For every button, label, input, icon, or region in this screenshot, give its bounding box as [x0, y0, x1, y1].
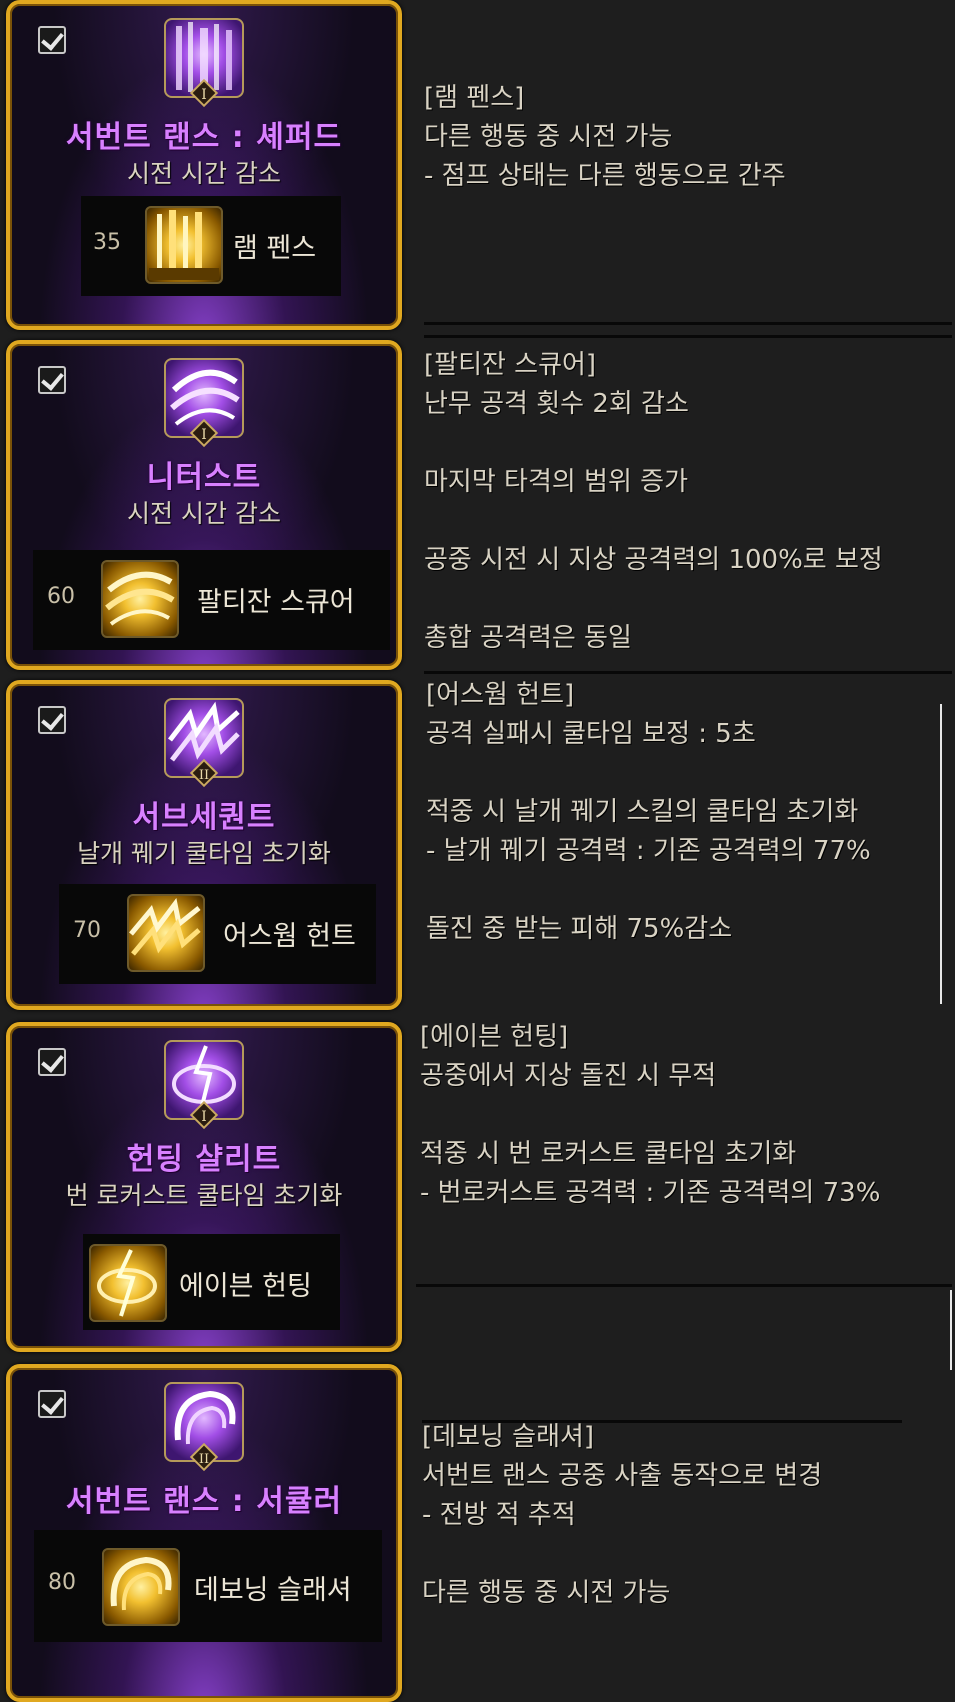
skill-row-3: II 서브세퀀트 날개 꿰기 쿨타임 초기화 70 어스웜 헌트 [어스웜 헌트…: [0, 680, 955, 1010]
lance-fence-icon: [145, 206, 223, 284]
divider: [940, 704, 942, 1004]
skill-subtitle: 시전 시간 감소: [127, 159, 281, 188]
divider: [424, 322, 952, 325]
earthworm-strike-icon: [127, 894, 205, 972]
skill-description: [에이븐 헌팅] 공중에서 지상 돌진 시 무적 적중 시 번 로커스트 쿨타임…: [420, 1022, 881, 1208]
required-skill-box: 60 팔티잔 스큐어: [33, 550, 390, 650]
tier-badge-icon: I: [189, 78, 219, 108]
tier-badge-icon: II: [189, 1442, 219, 1472]
skill-row-4: I 헌팅 샬리트 번 로커스트 쿨타임 초기화 에이븐 헌팅 [에이븐 헌팅] …: [0, 1022, 955, 1370]
required-skill-box: 에이븐 헌팅: [83, 1234, 340, 1330]
divider: [424, 335, 952, 338]
skill-description: [팔티잔 스큐어] 난무 공격 횟수 2회 감소 마지막 타격의 범위 증가 공…: [424, 350, 883, 653]
required-skill-box: 35 램 펜스: [81, 196, 341, 296]
divider: [416, 1284, 952, 1287]
skill-description: [데보닝 슬래셔] 서번트 랜스 공중 사출 동작으로 변경 - 전방 적 추적…: [422, 1422, 823, 1608]
skill-name: 니터스트: [146, 460, 262, 495]
required-skill-name: 램 펜스: [233, 233, 317, 264]
skill-card: I 니터스트 시전 시간 감소 60 팔티잔 스큐어: [6, 340, 402, 670]
circular-slash-icon: [102, 1548, 180, 1626]
swirl-slash-icon: [101, 560, 179, 638]
required-skill-name: 어스웜 헌트: [223, 921, 356, 952]
svg-text:II: II: [199, 1452, 209, 1467]
required-level: 70: [73, 918, 101, 943]
svg-text:I: I: [201, 427, 207, 443]
skill-card: I 서번트 랜스 : 셰퍼드 시전 시간 감소 35 램 펜스: [6, 0, 402, 330]
svg-text:II: II: [199, 768, 209, 783]
required-skill-box: 80 데보닝 슬래셔: [34, 1530, 382, 1642]
enable-checkbox[interactable]: [38, 26, 66, 54]
skill-name: 헌팅 샬리트: [126, 1142, 282, 1177]
required-skill-name: 데보닝 슬래셔: [194, 1575, 352, 1606]
required-level: 80: [48, 1570, 76, 1595]
divider: [422, 1420, 902, 1423]
divider: [424, 671, 952, 674]
skill-description: [어스웜 헌트] 공격 실패시 쿨타임 보정 : 5초 적중 시 날개 꿰기 스…: [426, 680, 871, 944]
skill-card: I 헌팅 샬리트 번 로커스트 쿨타임 초기화 에이븐 헌팅: [6, 1022, 402, 1352]
enable-checkbox[interactable]: [38, 1390, 66, 1418]
lightning-orb-icon: [89, 1244, 167, 1322]
enable-checkbox[interactable]: [38, 706, 66, 734]
required-level: 35: [93, 230, 121, 255]
tier-badge-icon: I: [189, 418, 219, 448]
skill-name: 서번트 랜스 : 셰퍼드: [65, 120, 343, 155]
required-skill-name: 에이븐 헌팅: [179, 1271, 312, 1302]
skill-row-5: II 서번트 랜스 : 서큘러 80 데보닝 슬래셔 [데보닝 슬래셔] 서번트…: [0, 1364, 955, 1702]
skill-subtitle: 시전 시간 감소: [127, 499, 281, 528]
enable-checkbox[interactable]: [38, 1048, 66, 1076]
skill-subtitle: 번 로커스트 쿨타임 초기화: [65, 1181, 343, 1210]
divider: [950, 1290, 952, 1370]
required-skill-box: 70 어스웜 헌트: [59, 884, 376, 984]
skill-subtitle: 날개 꿰기 쿨타임 초기화: [77, 839, 331, 868]
enable-checkbox[interactable]: [38, 366, 66, 394]
svg-text:I: I: [201, 1109, 207, 1125]
skill-row-2: I 니터스트 시전 시간 감소 60 팔티잔 스큐어 [팔티잔 스큐어] 난무 …: [0, 335, 955, 674]
skill-card: II 서브세퀀트 날개 꿰기 쿨타임 초기화 70 어스웜 헌트: [6, 680, 402, 1010]
required-skill-name: 팔티잔 스큐어: [197, 587, 355, 618]
skill-row-1: I 서번트 랜스 : 셰퍼드 시전 시간 감소 35 램 펜스 [램 펜스] 다…: [0, 0, 955, 330]
tier-badge-icon: II: [189, 758, 219, 788]
skill-name: 서브세퀀트: [132, 800, 276, 835]
required-level: 60: [47, 584, 75, 609]
skill-description: [램 펜스] 다른 행동 중 시전 가능 - 점프 상태는 다른 행동으로 간주: [424, 83, 786, 191]
skill-name: 서번트 랜스 : 서큘러: [65, 1484, 343, 1519]
tier-badge-icon: I: [189, 1100, 219, 1130]
skill-card: II 서번트 랜스 : 서큘러 80 데보닝 슬래셔: [6, 1364, 402, 1702]
svg-text:I: I: [201, 87, 207, 103]
